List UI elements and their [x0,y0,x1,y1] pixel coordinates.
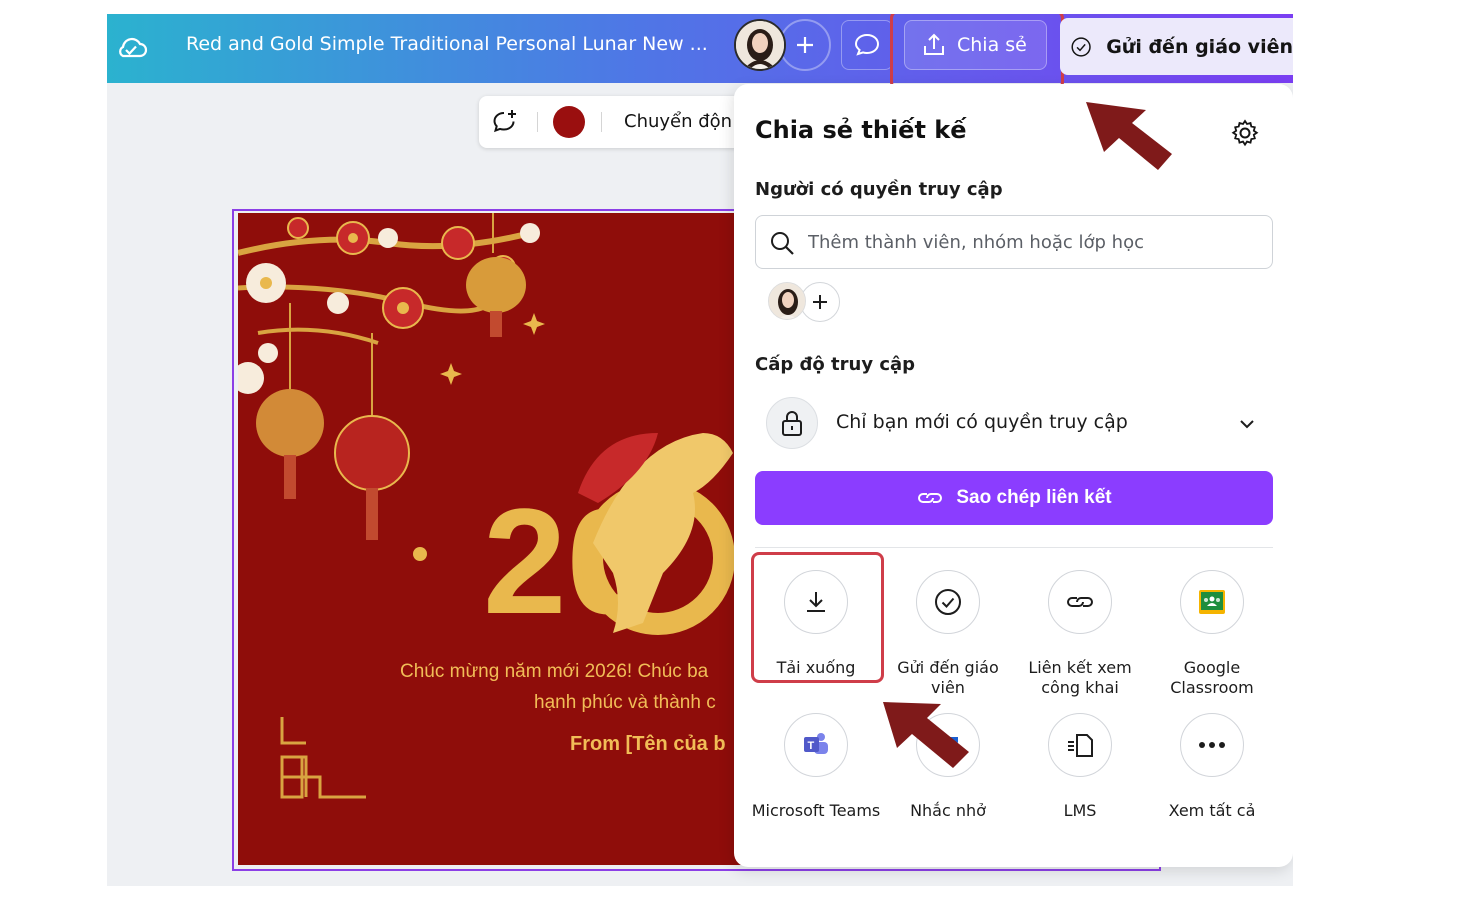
element-toolbar: Chuyển độn [479,96,749,148]
top-bar: Red and Gold Simple Traditional Personal… [107,14,1293,90]
add-person-button[interactable] [800,282,840,322]
animate-button[interactable]: Chuyển độn [624,111,732,132]
send-to-teacher-option-label: Gửi đến giáo viên [897,658,999,697]
check-circle-icon [935,589,961,615]
document-title[interactable]: Red and Gold Simple Traditional Personal… [186,33,708,55]
avatar[interactable] [768,282,806,320]
lms-option[interactable]: LMS [1014,713,1146,821]
send-to-teacher-option[interactable]: Gửi đến giáo viên [882,570,1014,698]
cloud-saved-icon[interactable] [113,30,149,66]
lock-icon [782,411,802,436]
comment-button[interactable] [841,20,893,70]
send-to-teacher-circle [916,570,980,634]
add-collaborator-button[interactable] [779,19,831,71]
avatar[interactable] [734,19,786,71]
search-icon [771,232,794,255]
toolbar-divider [601,112,602,132]
chevron-down-icon [1240,420,1254,429]
send-to-teacher-label: Gửi đến giáo viên [1106,35,1293,58]
see-all-label: Xem tất cả [1168,801,1256,820]
from-text: From [Tên của b [570,733,726,755]
public-view-link-label: Liên kết xem công khai [1028,658,1132,697]
user-avatar-icon [769,283,805,319]
microsoft-teams-option[interactable]: T Microsoft Teams [750,713,882,821]
link-icon [1067,597,1093,607]
see-all-option[interactable]: Xem tất cả [1146,713,1278,821]
share-design-panel: Chia sẻ thiết kế Người có quyền truy cập [734,84,1293,867]
color-picker-swatch[interactable] [553,106,585,138]
check-circle-icon [1071,36,1091,57]
link-icon [918,493,943,503]
plus-icon [797,37,813,53]
plus-icon [813,295,827,309]
send-to-teacher-button[interactable]: Gửi đến giáo viên [1060,18,1293,75]
lms-circle [1048,713,1112,777]
highlight-box-share [890,14,1064,90]
editor-app: Red and Gold Simple Traditional Personal… [107,14,1293,886]
svg-text:T: T [808,740,815,752]
toolbar-divider [537,112,538,132]
panel-title: Chia sẻ thiết kế [755,116,967,144]
microsoft-teams-label: Microsoft Teams [751,801,881,820]
greeting-line-1: Chúc mừng năm mới 2026! Chúc ba [400,661,709,682]
lms-label: LMS [1063,801,1097,820]
access-level-dropdown[interactable]: Chỉ bạn mới có quyền truy cập [755,394,1273,452]
google-classroom-option[interactable]: Google Classroom [1146,570,1278,698]
more-icon [1199,742,1225,748]
see-all-circle [1180,713,1244,777]
arrow-pointing-share-icon [1086,102,1172,170]
greeting-line-2: hạnh phúc và thành c [534,692,716,713]
access-level-label: Cấp độ truy cập [755,354,916,375]
google-classroom-circle [1180,570,1244,634]
public-view-link-option[interactable]: Liên kết xem công khai [1014,570,1146,698]
google-classroom-label: Google Classroom [1170,658,1254,697]
reminder-label: Nhắc nhở [910,801,986,820]
lms-icon [1068,734,1093,757]
gear-icon[interactable] [1230,118,1260,148]
user-avatar-icon [736,21,784,69]
microsoft-teams-icon: T [804,733,828,754]
add-people-search[interactable] [755,215,1273,269]
panel-divider [755,547,1273,548]
arrow-pointing-download-icon [883,702,969,768]
add-people-input[interactable] [808,226,1248,258]
copy-link-label: Sao chép liên kết [956,487,1112,508]
highlight-box-download [751,552,884,683]
google-classroom-icon [1199,590,1225,614]
public-view-link-circle [1048,570,1112,634]
copy-link-button[interactable]: Sao chép liên kết [755,471,1273,525]
microsoft-teams-circle: T [784,713,848,777]
add-comment-icon[interactable] [491,108,519,136]
lock-icon-wrapper [766,397,818,449]
access-level-value: Chỉ bạn mới có quyền truy cập [836,411,1128,433]
people-access-label: Người có quyền truy cập [755,179,1003,200]
comment-icon [854,33,880,56]
